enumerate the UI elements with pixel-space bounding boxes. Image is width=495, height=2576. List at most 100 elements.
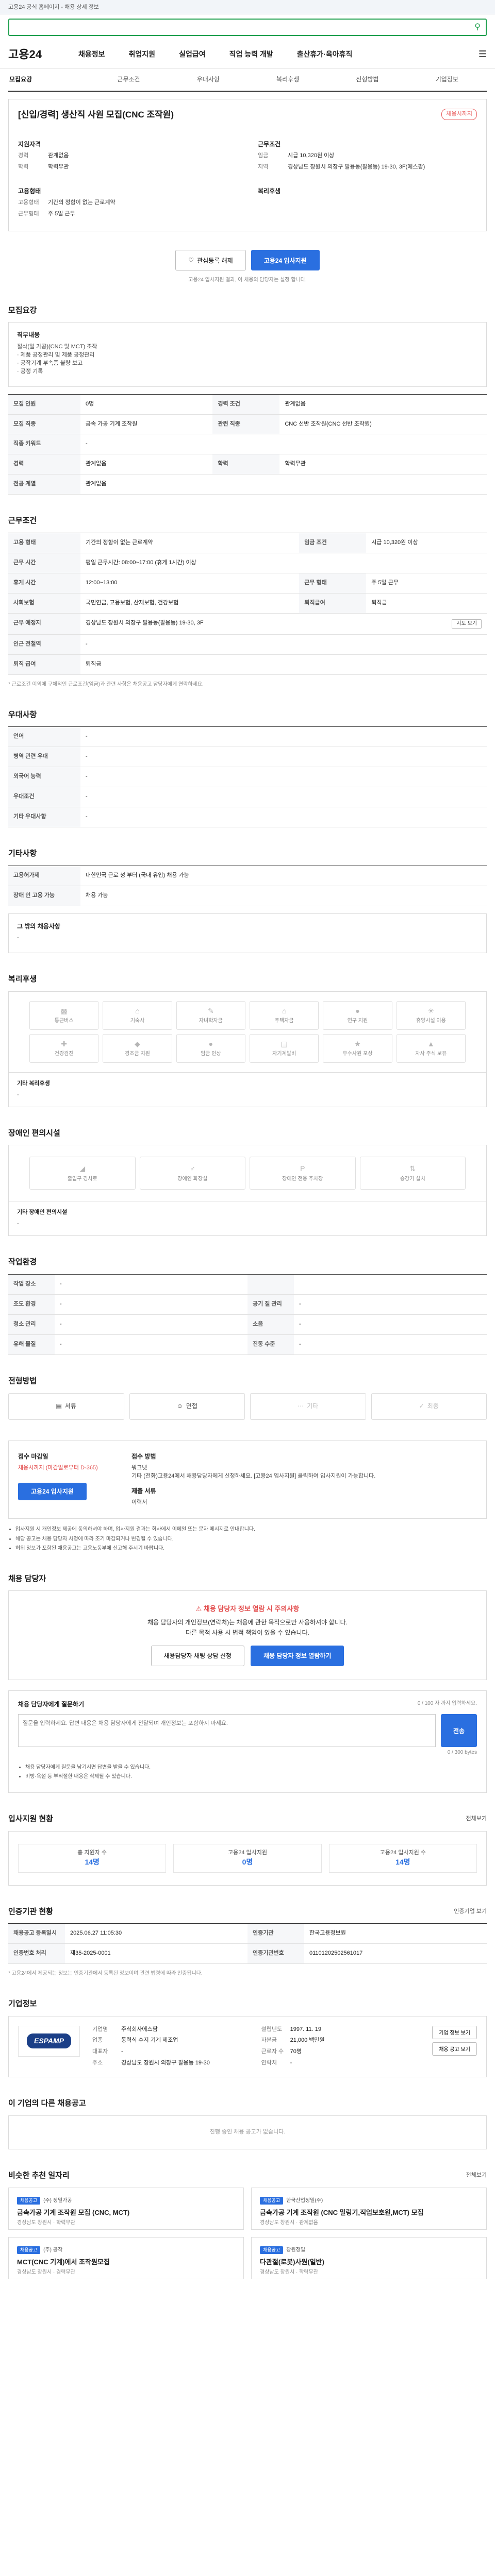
cert-row: 인증기관번호 01101202502561017 <box>248 1944 487 1964</box>
table-value: CNC 선반 조작원(CNC 선반 조작원) <box>279 414 487 435</box>
question-counter: 0 / 300 bytes <box>447 1750 477 1756</box>
stock-icon: ▲ <box>427 1039 435 1048</box>
rec-tag: 채용공고 <box>260 2196 284 2205</box>
stat-label: 고용24 입사지원 <box>227 1849 267 1856</box>
process-label: 최종 <box>427 1402 439 1410</box>
question-textarea[interactable] <box>18 1714 436 1748</box>
global-nav: 고용24 채용정보 취업지원 실업급여 직업 능력 개발 출산휴가·육아휴직 ☰ <box>0 40 495 69</box>
job-actions: ♡ 관심등록 해제 고용24 입사지원 <box>8 250 487 271</box>
research-icon: ● <box>355 1006 360 1015</box>
work-note: * 근로조건 이외에 구체적인 근로조건(임금)과 관련 사항은 채용공고 담당… <box>8 682 204 688</box>
recommend-card[interactable]: 채용공고 (주) 공작 MCT(CNC 기계)에서 조작원모집 경상남도 창원시 · … <box>8 2236 244 2279</box>
table-row: 모집 인원 0명 경력 조건 관계없음 <box>8 394 487 415</box>
disability-section: 장애인 편의시설 ◢ 출입구 경사로 ♂ 장애인 화장실 P 장애인 전용 주차장 ⇅… <box>8 1128 487 1236</box>
stats-more-link[interactable]: 전체보기 <box>466 1815 487 1823</box>
stats-box: 총 지원자 수 14명 고용24 입사지원 0명 고용24 입사지원 수 14명 <box>8 1831 487 1886</box>
tab-work[interactable]: 근무조건 <box>89 69 168 91</box>
menu-icon[interactable]: ☰ <box>478 47 487 61</box>
site-logo[interactable]: 고용24 <box>8 46 55 63</box>
dormitory-icon: ⌂ <box>135 1006 140 1015</box>
welfare-item: ● 임금 인상 <box>176 1033 245 1063</box>
company-row: 기업명 주식회사에스팜 <box>92 2026 251 2034</box>
bullet-item: 채용 담당자에게 질문을 남기시면 답변을 받을 수 있습니다. <box>25 1764 477 1772</box>
stats-section: 입사지원 현황 전체보기 총 지원자 수 14명 고용24 입사지원 0명 고용24 … <box>8 1814 487 1886</box>
welfare-label: 기숙사 <box>130 1018 145 1024</box>
table-value: - <box>80 787 487 808</box>
nav-jobs[interactable]: 채용정보 <box>78 49 105 59</box>
env-value: - <box>299 1320 301 1327</box>
duty-line: · 공작기계 부속품 불량 보고 <box>17 360 83 366</box>
stat-value: 0명 <box>242 1858 253 1867</box>
summary-heading-qualification: 지원자격 <box>18 140 41 148</box>
process-step: ▤ 서류 <box>8 1393 124 1420</box>
recommend-card[interactable]: 채용공고 창원정밀 다관절(로봇)사원(일반) 경상남도 창원시 · 학력무관 <box>251 2236 487 2279</box>
company-info-button[interactable]: 기업 정보 보기 <box>432 2025 477 2039</box>
recommend-card[interactable]: 채용공고 한국산업정밀(주) 금속가공 기계 조작원 (CNC 밀링기,직업보호원,… <box>251 2187 487 2230</box>
table-key: 고용허가제 <box>8 866 80 886</box>
rec-company: 한국산업정밀(주) <box>286 2197 323 2204</box>
company-section: 기업정보 ESPAMP 기업명 주식회사에스팜 설립년도 1997. 11. 19 … <box>8 1998 487 2078</box>
apply-button-2[interactable]: 고용24 입사지원 <box>18 1482 87 1500</box>
section-title: 모집요강 <box>8 306 37 315</box>
table-value: 관계없음 <box>80 474 487 495</box>
table-value: - <box>80 747 487 768</box>
search-input[interactable] <box>14 23 458 31</box>
apply-button[interactable]: 고용24 입사지원 <box>251 250 320 271</box>
company-actions: 기업 정보 보기 채용 공고 보기 <box>432 2025 477 2068</box>
chat-request-button[interactable]: 채용담당자 채팅 상담 신청 <box>151 1645 244 1666</box>
tab-recruit[interactable]: 모집요강 <box>8 69 89 91</box>
apply-left: 접수 마감일 채용시까지 (마감일로부터 D-365) 고용24 입사지원 <box>18 1452 121 1507</box>
company-value: - <box>121 2048 123 2055</box>
table-row: 직종 키워드 - <box>8 434 487 455</box>
table-key: 고용 형태 <box>8 533 80 553</box>
table-value: - <box>80 434 487 455</box>
table-value: - <box>80 767 487 788</box>
disability-item: ♂ 장애인 화장실 <box>139 1157 245 1190</box>
table-row: 기타 우대사항 - <box>8 807 487 828</box>
apply-info-box: 접수 마감일 채용시까지 (마감일로부터 D-365) 고용24 입사지원 접수… <box>8 1440 487 1519</box>
tab-company[interactable]: 기업정보 <box>407 69 487 91</box>
summary-left: 지원자격 경력 관계없음 학력 학력무관 고용형태 고용형태 기간의 정함이 없는 근… <box>18 135 237 222</box>
tab-prefer[interactable]: 우대사항 <box>169 69 248 91</box>
rec-title: 금속가공 기계 조작원 (CNC 밀링기,직업보호원,MCT) 모집 <box>260 2208 424 2216</box>
scrap-button[interactable]: ♡ 관심등록 해제 <box>175 250 246 271</box>
company-jobs-button[interactable]: 채용 공고 보기 <box>432 2042 477 2056</box>
company-key: 주소 <box>92 2060 103 2066</box>
tab-process[interactable]: 전형방법 <box>327 69 407 91</box>
alert-icon: ⚠ <box>195 1605 204 1613</box>
question-submit-button[interactable]: 전송 <box>441 1714 477 1748</box>
welfare-item: ★ 우수사원 포상 <box>323 1033 392 1063</box>
heart-icon: ♡ <box>188 257 194 264</box>
company-value: 주식회사에스팜 <box>121 2026 158 2032</box>
recommend-more-link[interactable]: 전체보기 <box>466 2172 487 2180</box>
process-label: 서류 <box>64 1402 76 1410</box>
nav-vocational-training[interactable]: 직업 능력 개발 <box>229 49 273 59</box>
company-key: 기업명 <box>92 2026 108 2032</box>
company-key: 근로자 수 <box>261 2048 284 2055</box>
company-key: 연락처 <box>261 2060 277 2066</box>
address-text: 경상남도 창원시 의창구 팔용동(팔용동) 19-30, 3F <box>86 619 204 626</box>
rec-company: (주) 공작 <box>43 2247 63 2253</box>
tab-welfare[interactable]: 복리후생 <box>248 69 327 91</box>
welfare-label: 휴양시설 이용 <box>416 1018 446 1024</box>
map-button[interactable]: 지도 보기 <box>452 619 482 629</box>
table-key: 관련 직종 <box>212 414 280 435</box>
stat-value: 14명 <box>85 1858 100 1867</box>
duty-box: 직무내용 절삭(일 가공)(CNC 및 MCT) 조작 · 제품 공정관리 및 … <box>8 322 487 387</box>
summary-row: 지역 경상남도 창원시 의창구 팔용동(팔용동) 19-30, 3F(에스팜) <box>258 163 477 172</box>
env-row: 공기 질 관리 - <box>248 1294 487 1315</box>
bullet-item: 입사지원 시 개인정보 제공에 동의하셔야 하며, 입사지원 결과는 회사에서 … <box>15 1526 487 1534</box>
view-manager-button[interactable]: 채용 담당자 정보 열람하기 <box>251 1645 344 1666</box>
env-row: 진동 수준 - <box>248 1334 487 1355</box>
manager-box: ⚠ 채용 담당자 정보 열람 시 주의사항 채용 담당자의 개인정보(연락처)는… <box>8 1590 487 1680</box>
cert-more-link[interactable]: 인증기업 보기 <box>454 1908 487 1916</box>
etc-sub-text: - <box>17 935 19 941</box>
nav-unemployment-benefit[interactable]: 실업급여 <box>179 49 206 59</box>
welfare-item: ⌂ 기숙사 <box>103 1001 172 1030</box>
search-icon[interactable]: ⚲ <box>474 21 481 33</box>
nav-employment-support[interactable]: 취업지원 <box>129 49 156 59</box>
other-jobs-section: 이 기업의 다른 채용공고 진행 중인 채용 공고가 없습니다. <box>8 2098 487 2149</box>
nav-parental-leave[interactable]: 출산휴가·육아휴직 <box>297 49 353 59</box>
table-row: 경력 관계없음 학력 학력무관 <box>8 454 487 475</box>
recommend-card[interactable]: 채용공고 (주) 정밀가공 금속가공 기계 조작원 모집 (CNC, MCT) 경상남… <box>8 2187 244 2230</box>
